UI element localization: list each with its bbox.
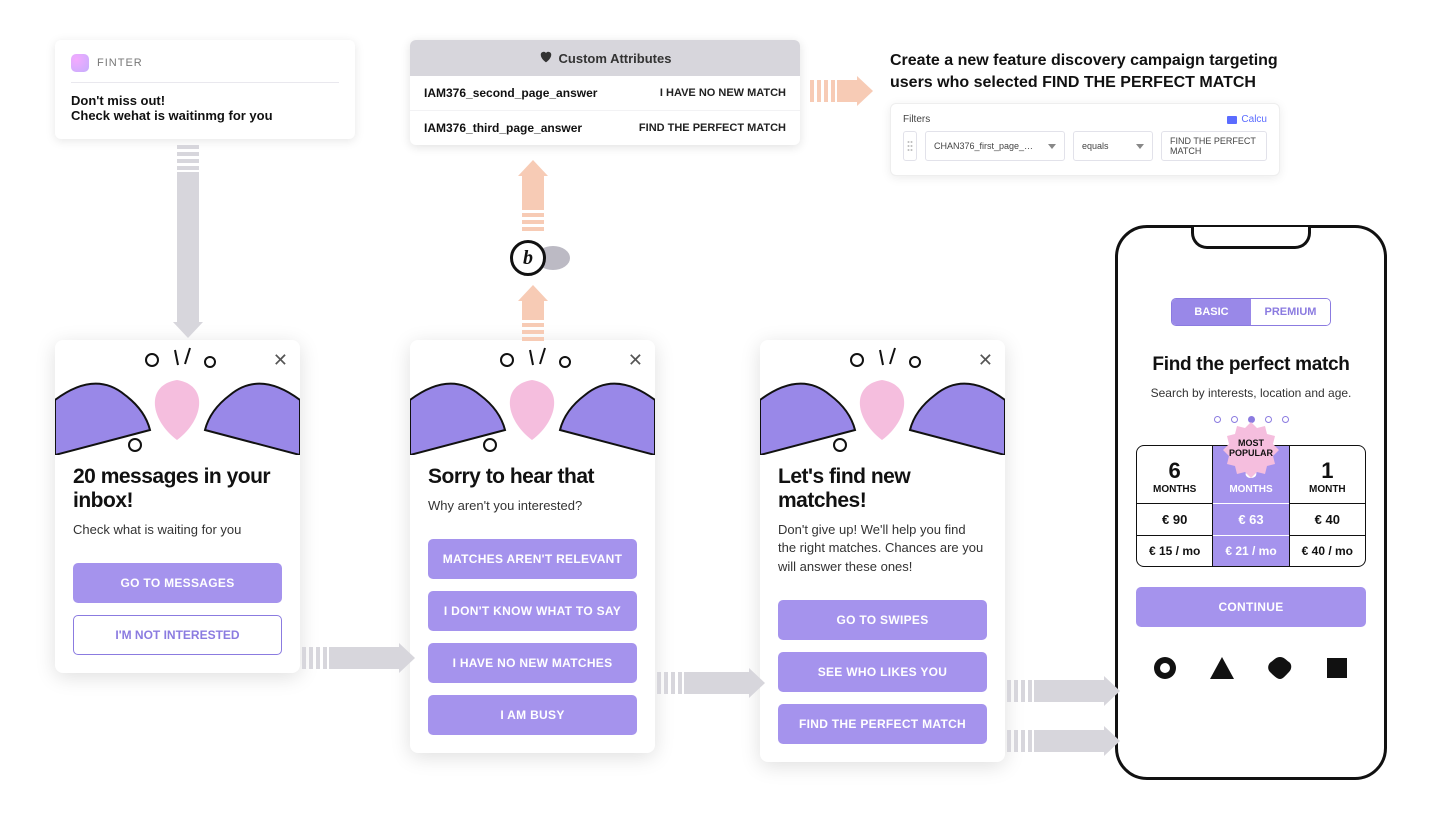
- filter-operator-select[interactable]: equals: [1073, 131, 1153, 161]
- calculator-link[interactable]: Calcu: [1227, 114, 1267, 125]
- continue-button[interactable]: CONTINUE: [1136, 587, 1366, 627]
- flow-arrow: [302, 647, 415, 669]
- filter-attribute-select[interactable]: CHAN376_first_page_…: [925, 131, 1065, 161]
- card-illustration: [760, 340, 1005, 455]
- plan-option[interactable]: 1MONTH € 40 € 40 / mo: [1290, 445, 1366, 567]
- attribute-row: IAM376_third_page_answer FIND THE PERFEC…: [410, 110, 800, 145]
- reason-option-button[interactable]: MATCHES AREN'T RELEVANT: [428, 539, 637, 579]
- data-flow-arrow: [522, 160, 544, 233]
- card-subtitle: Why aren't you interested?: [428, 497, 637, 515]
- attribute-key: IAM376_second_page_answer: [424, 86, 597, 100]
- card-illustration: [55, 340, 300, 455]
- most-popular-badge: MOST POPULAR: [1222, 420, 1280, 478]
- phone-screen-title: Find the perfect match: [1136, 354, 1366, 376]
- chevron-down-icon: [1136, 144, 1144, 149]
- plan-tabs: BASIC PREMIUM: [1171, 298, 1331, 326]
- not-interested-button[interactable]: I'M NOT INTERESTED: [73, 615, 282, 655]
- phone-notch: [1191, 227, 1311, 249]
- phone-mockup: BASIC PREMIUM Find the perfect match Sea…: [1115, 225, 1387, 780]
- go-to-messages-button[interactable]: GO TO MESSAGES: [73, 563, 282, 603]
- tab-basic[interactable]: BASIC: [1172, 299, 1251, 325]
- blob-icon[interactable]: [1267, 655, 1293, 681]
- flow-arrow: [1007, 680, 1120, 702]
- plan-option[interactable]: 6MONTHS € 90 € 15 / mo: [1136, 445, 1213, 567]
- reason-option-button[interactable]: I DON'T KNOW WHAT TO SAY: [428, 591, 637, 631]
- push-notification-card: FINTER Don't miss out! Check wehat is wa…: [55, 40, 355, 139]
- app-name: FINTER: [97, 57, 143, 69]
- data-flow-arrow: [810, 80, 873, 102]
- flow-card-find-matches: ✕ Let's find new matches! Don't give up!…: [760, 340, 1005, 762]
- heart-icon: [539, 50, 553, 66]
- filter-builder: Filters Calcu CHAN376_first_page_… equal…: [890, 103, 1280, 176]
- flow-arrow: [657, 672, 765, 694]
- card-subtitle: Don't give up! We'll help you find the r…: [778, 521, 987, 576]
- campaign-heading: Create a new feature discovery campaign …: [890, 50, 1280, 93]
- flow-card-reason: ✕ Sorry to hear that Why aren't you inte…: [410, 340, 655, 753]
- attribute-value: I HAVE NO NEW MATCH: [660, 87, 786, 99]
- card-subtitle: Check what is waiting for you: [73, 521, 282, 539]
- calculator-icon: [1227, 116, 1237, 124]
- custom-attributes-heading: Custom Attributes: [410, 40, 800, 76]
- attribute-row: IAM376_second_page_answer I HAVE NO NEW …: [410, 76, 800, 110]
- drag-handle-icon[interactable]: [903, 131, 917, 161]
- chevron-down-icon: [1048, 144, 1056, 149]
- notification-body: Check wehat is waitinmg for you: [71, 108, 339, 123]
- cta-option-button[interactable]: GO TO SWIPES: [778, 600, 987, 640]
- circle-icon[interactable]: [1152, 655, 1178, 681]
- nav-shapes-row: [1136, 655, 1366, 681]
- triangle-icon[interactable]: [1209, 655, 1235, 681]
- platform-logo: b: [510, 240, 570, 276]
- attribute-key: IAM376_third_page_answer: [424, 121, 582, 135]
- cta-option-button[interactable]: FIND THE PERFECT MATCH: [778, 704, 987, 744]
- flow-arrow: [177, 145, 199, 338]
- reason-option-button[interactable]: I AM BUSY: [428, 695, 637, 735]
- plan-option-popular[interactable]: MOST POPULAR 3MONTHS € 63 € 21 / mo: [1213, 445, 1289, 567]
- flow-arrow: [1007, 730, 1120, 752]
- app-icon: [71, 54, 89, 72]
- card-illustration: [410, 340, 655, 455]
- pricing-plans: 6MONTHS € 90 € 15 / mo MOST POPULAR 3MON…: [1136, 445, 1366, 567]
- filters-label: Filters: [903, 114, 930, 125]
- tab-premium[interactable]: PREMIUM: [1251, 299, 1330, 325]
- card-title: 20 messages in your inbox!: [73, 465, 282, 513]
- data-flow-arrow: [522, 285, 544, 343]
- square-icon[interactable]: [1324, 655, 1350, 681]
- reason-option-button[interactable]: I HAVE NO NEW MATCHES: [428, 643, 637, 683]
- flow-card-messages: ✕ 20 messages in your inbox! Check what …: [55, 340, 300, 673]
- card-title: Let's find new matches!: [778, 465, 987, 513]
- campaign-panel: Create a new feature discovery campaign …: [890, 50, 1280, 176]
- notification-title: Don't miss out!: [71, 93, 339, 108]
- filter-value-input[interactable]: FIND THE PERFECT MATCH: [1161, 131, 1267, 161]
- custom-attributes-panel: Custom Attributes IAM376_second_page_ans…: [410, 40, 800, 145]
- card-title: Sorry to hear that: [428, 465, 637, 489]
- cta-option-button[interactable]: SEE WHO LIKES YOU: [778, 652, 987, 692]
- phone-screen-subtitle: Search by interests, location and age.: [1136, 386, 1366, 400]
- attribute-value: FIND THE PERFECT MATCH: [639, 122, 786, 134]
